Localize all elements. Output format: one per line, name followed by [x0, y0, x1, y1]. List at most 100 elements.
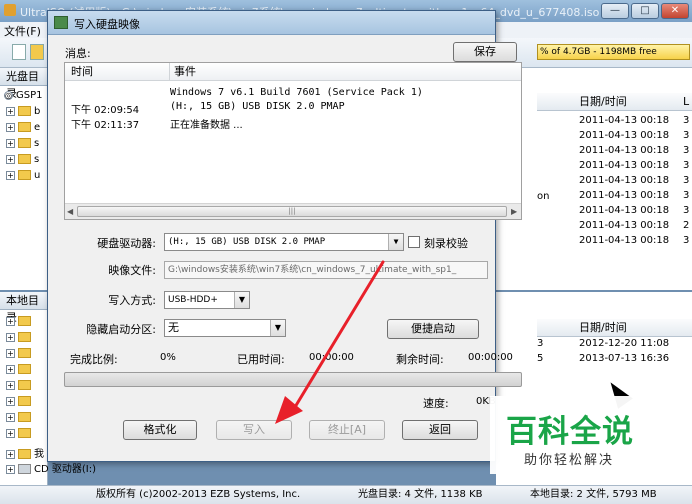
write-progress-bar — [64, 372, 522, 387]
log-time: 下午 02:09:54 — [71, 105, 140, 116]
cd-drive-icon — [18, 464, 31, 474]
file-date: 2011-04-13 00:18 — [579, 190, 670, 201]
completion-ratio-value: 0% — [160, 352, 176, 363]
watermark-main: 百科全说 — [506, 414, 634, 450]
file-col-l: 3 — [683, 175, 690, 186]
status-local-dir: 本地目录: 2 文件, 5793 MB — [530, 489, 657, 500]
tree-item[interactable]: + e — [6, 122, 40, 136]
local-file-date: 2013-07-13 16:36 — [579, 353, 670, 364]
write-method-label: 写入方式: — [108, 294, 156, 307]
folder-icon — [18, 412, 31, 422]
tree-item[interactable]: + — [6, 396, 34, 410]
file-col-l: 3 — [683, 235, 690, 246]
chevron-down-icon: ▼ — [388, 234, 403, 250]
tree-item[interactable]: + 我 — [6, 445, 44, 460]
scroll-right-icon[interactable]: ▶ — [511, 207, 519, 217]
write-method-select[interactable]: USB-HDD+ ▼ — [164, 291, 250, 309]
file-name-fragment: on — [537, 191, 550, 202]
tree-item[interactable]: + — [6, 348, 34, 362]
tree-item[interactable]: + — [6, 332, 34, 346]
dialog-title: 写入硬盘映像 — [74, 18, 140, 31]
image-file-field[interactable]: G:\windows安装系统\win7系统\cn_windows_7_ultim… — [164, 261, 488, 279]
image-file-label: 映像文件: — [108, 264, 156, 277]
message-log[interactable]: 时间 事件 Windows 7 v6.1 Build 7601 (Service… — [64, 62, 522, 220]
folder-icon — [18, 364, 31, 374]
tree-item[interactable]: + b — [6, 106, 40, 120]
hide-boot-partition-label: 隐藏启动分区: — [86, 323, 156, 336]
maximize-button[interactable]: □ — [631, 3, 659, 19]
iso-date-header: 日期/时间 L — [537, 93, 692, 111]
minimize-button[interactable]: — — [601, 3, 629, 19]
folder-icon — [18, 316, 31, 326]
file-col-l: 3 — [683, 130, 690, 141]
iso-tree-pane: 光盘目录 ◎GSP1 +b +e +s +s +u — [0, 68, 48, 290]
folder-icon — [18, 449, 31, 459]
elapsed-time-label: 已用时间: — [237, 353, 285, 366]
col-event-header: 事件 — [169, 63, 196, 80]
close-button[interactable]: ✕ — [661, 3, 689, 19]
completion-ratio-label: 完成比例: — [70, 353, 118, 366]
file-col-l: 3 — [683, 160, 690, 171]
chevron-down-icon: ▼ — [234, 292, 249, 308]
watermark: 百科全说 助你轻松解决 — [490, 396, 666, 474]
abort-button[interactable]: 终止[A] — [309, 420, 385, 440]
write-button[interactable]: 写入 — [216, 420, 292, 440]
local-file-size: 5 — [537, 353, 544, 364]
verify-label: 刻录校验 — [424, 237, 468, 250]
file-date: 2011-04-13 00:18 — [579, 130, 670, 141]
tree-item-cd-drive[interactable]: + CD 驱动器(I:) — [6, 460, 96, 475]
file-col-l: 3 — [683, 145, 690, 156]
open-folder-icon[interactable] — [30, 44, 44, 60]
folder-icon — [18, 154, 31, 164]
folder-icon — [18, 106, 31, 116]
log-event: (H:, 15 GB) USB DISK 2.0 PMAP — [170, 101, 345, 112]
file-date: 2011-04-13 00:18 — [579, 160, 670, 171]
messages-label: 消息: — [65, 47, 91, 60]
tree-item[interactable]: + u — [6, 170, 40, 184]
file-date: 2011-04-13 00:18 — [579, 145, 670, 156]
local-file-date: 2012-12-20 11:08 — [579, 338, 670, 349]
verify-checkbox[interactable] — [408, 236, 420, 248]
watermark-sub: 助你轻松解决 — [524, 453, 615, 468]
status-iso-dir: 光盘目录: 4 文件, 1138 KB — [358, 489, 483, 500]
new-file-icon[interactable] — [12, 44, 26, 60]
quick-boot-button[interactable]: 便捷启动 — [387, 319, 479, 339]
chevron-down-icon: ▼ — [270, 320, 285, 336]
message-log-hscrollbar[interactable]: ◀ ||| ▶ — [65, 203, 521, 219]
log-event: Windows 7 v6.1 Build 7601 (Service Pack … — [170, 87, 423, 98]
tree-item[interactable]: + — [6, 364, 34, 378]
iso-pane-header: 光盘目录 — [0, 68, 48, 100]
tree-item[interactable]: + s — [6, 138, 39, 152]
dialog-icon — [54, 16, 68, 29]
tree-item[interactable]: + — [6, 316, 34, 330]
status-copyright: 版权所有 (c)2002-2013 EZB Systems, Inc. — [96, 489, 301, 500]
save-button[interactable]: 保存 — [453, 42, 517, 62]
tree-item[interactable]: + — [6, 428, 34, 442]
file-date: 2011-04-13 00:18 — [579, 220, 670, 231]
remaining-time-value: 00:00:00 — [468, 352, 513, 363]
scroll-thumb[interactable]: ||| — [77, 206, 507, 217]
iso-root-label: GSP1 — [16, 90, 43, 101]
folder-icon — [18, 396, 31, 406]
tree-item[interactable]: + — [6, 412, 34, 426]
back-button[interactable]: 返回 — [402, 420, 478, 440]
scroll-left-icon[interactable]: ◀ — [67, 207, 75, 217]
file-col-l: 3 — [683, 205, 690, 216]
folder-icon — [18, 380, 31, 390]
remaining-time-label: 剩余时间: — [396, 353, 444, 366]
folder-icon — [18, 170, 31, 180]
hide-boot-partition-select[interactable]: 无 ▼ — [164, 319, 286, 337]
iso-root-node[interactable]: ◎ GSP1 — [4, 90, 43, 104]
menu-file[interactable]: 文件(F) — [4, 23, 41, 39]
tree-item[interactable]: + — [6, 380, 34, 394]
tree-item[interactable]: + s — [6, 154, 39, 168]
format-button[interactable]: 格式化 — [123, 420, 197, 440]
local-pane-header: 本地目录 — [0, 292, 48, 324]
file-date: 2011-04-13 00:18 — [579, 205, 670, 216]
capacity-bar: % of 4.7GB - 1198MB free — [537, 44, 690, 60]
drive-select[interactable]: (H:, 15 GB) USB DISK 2.0 PMAP ▼ — [164, 233, 404, 251]
file-col-l: 3 — [683, 115, 690, 126]
local-date-header: 日期/时间 — [537, 319, 692, 337]
folder-icon — [18, 428, 31, 438]
file-col-l: 2 — [683, 220, 690, 231]
